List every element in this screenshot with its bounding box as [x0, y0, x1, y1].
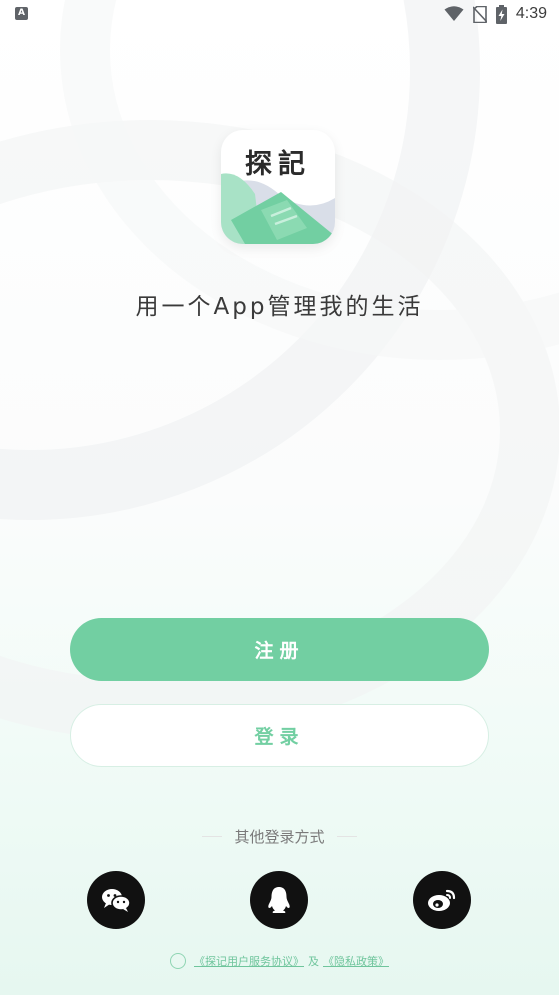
qq-icon — [268, 887, 290, 913]
weibo-icon — [428, 889, 456, 911]
wechat-login-button[interactable] — [87, 871, 145, 929]
terms-link[interactable]: 《探记用户服务协议》 — [194, 953, 304, 969]
notification-icon: A — [15, 7, 28, 20]
background-swirl — [0, 0, 480, 520]
no-sim-icon — [472, 5, 487, 23]
agreement: 《探记用户服务协议》 及 《隐私政策》 — [0, 953, 559, 969]
divider-line — [202, 836, 223, 837]
divider-line — [336, 836, 357, 837]
clock: 4:39 — [515, 5, 547, 22]
register-button[interactable]: 注册 — [70, 618, 489, 681]
qq-login-button[interactable] — [250, 871, 308, 929]
weibo-login-button[interactable] — [413, 871, 471, 929]
slogan: 用一个App管理我的生活 — [135, 294, 424, 320]
battery-charging-icon — [495, 4, 507, 24]
logo-text: 探記 — [245, 149, 311, 180]
wifi-icon — [444, 6, 464, 21]
login-screen: A 4:39 探記 用一个App管理我的生活 注册 登录 其他登录方式 《探记用… — [0, 0, 559, 995]
wechat-icon — [102, 889, 131, 912]
privacy-link[interactable]: 《隐私政策》 — [323, 953, 389, 969]
login-button[interactable]: 登录 — [70, 704, 489, 767]
other-login-divider: 其他登录方式 — [0, 826, 559, 847]
status-icons: 4:39 — [444, 4, 547, 24]
other-login-label: 其他登录方式 — [234, 828, 325, 846]
agreement-radio[interactable] — [170, 953, 186, 969]
app-logo: 探記 — [221, 130, 335, 244]
status-bar: A 4:39 — [0, 0, 559, 30]
agreement-and: 及 — [308, 955, 319, 968]
